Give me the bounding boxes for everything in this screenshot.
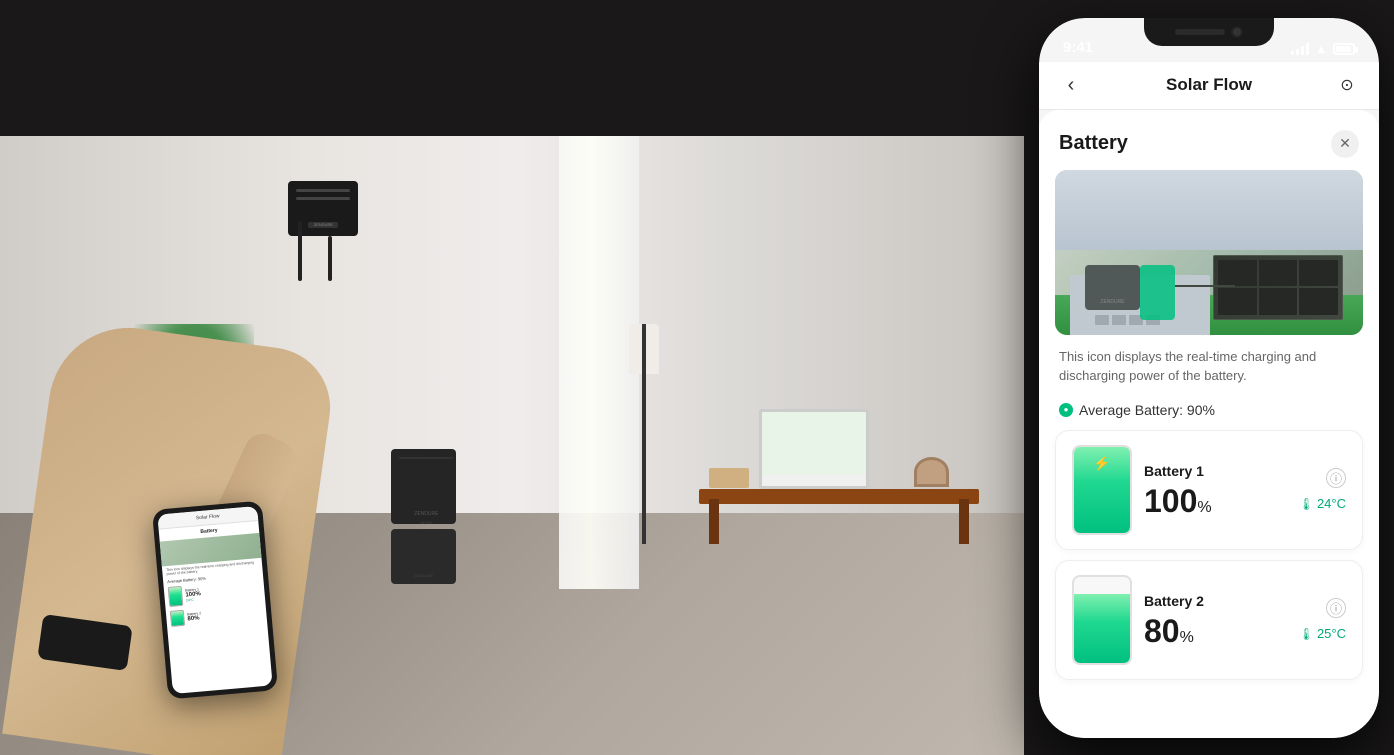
small-bat-icon-2 (170, 610, 185, 627)
info-icon-2: ⓘ (1330, 600, 1342, 617)
status-icons: ▲ (1291, 42, 1355, 56)
battery-percentage-2: 80% (1144, 615, 1287, 647)
battery-cards-list: ⚡ Battery 1 100% ⓘ (1039, 430, 1379, 700)
info-button-1[interactable]: ⓘ (1326, 468, 1346, 488)
avg-battery-label: Average Battery: 90% (1079, 402, 1215, 418)
battery-fill-2 (1074, 594, 1130, 663)
main-phone-wrapper: 9:41 ▲ (1024, 0, 1394, 755)
small-phone: Solar Flow Battery This icon displays th… (152, 501, 278, 700)
battery-right-1: ⓘ 🌡 24°C (1299, 468, 1346, 511)
small-bat-icon-1 (168, 586, 184, 607)
hub-device-image: ZENDURE (1085, 265, 1140, 310)
back-icon: ‹ (1068, 74, 1075, 97)
window-2 (1112, 315, 1126, 325)
background-scene: ZENDURE ZENDURE AP200 ZENDURE (0, 0, 1030, 755)
curtain (559, 136, 639, 589)
desk-legs-right (959, 499, 969, 544)
temp-value-1: 24°C (1317, 496, 1346, 511)
thermometer-icon-2: 🌡 (1299, 627, 1314, 641)
phone-screen: 9:41 ▲ (1039, 18, 1379, 738)
modal-header: Battery ✕ (1039, 110, 1379, 170)
phone-notch (1144, 18, 1274, 46)
modal-title: Battery (1059, 132, 1128, 155)
notch-speaker (1175, 29, 1225, 35)
desk-surface (699, 489, 979, 504)
wifi-icon: ▲ (1315, 42, 1327, 56)
battery-visual-1: ⚡ (1072, 445, 1132, 535)
signal-bar-4 (1306, 43, 1309, 55)
signal-bar-1 (1291, 51, 1294, 55)
product-description: This icon displays the real-time chargin… (1039, 347, 1379, 398)
battery-name-2: Battery 2 (1144, 593, 1287, 609)
battery-name-1: Battery 1 (1144, 463, 1287, 479)
settings-button[interactable]: ⊙ (1331, 69, 1363, 101)
signal-bar-3 (1301, 46, 1304, 55)
temp-value-2: 25°C (1317, 626, 1346, 641)
battery-right-2: ⓘ 🌡 25°C (1299, 598, 1346, 641)
monitor-screen (762, 412, 866, 475)
back-button[interactable]: ‹ (1055, 69, 1087, 101)
close-button[interactable]: ✕ (1331, 130, 1359, 158)
settings-icon: ⊙ (1340, 75, 1353, 95)
app-header: ‹ Solar Flow ⊙ (1039, 62, 1379, 110)
battery-card-1[interactable]: ⚡ Battery 1 100% ⓘ (1055, 430, 1363, 550)
lamp-pole (642, 324, 646, 544)
window-1 (1095, 315, 1109, 325)
signal-bars-icon (1291, 43, 1309, 55)
small-bat-info-2: Battery 2 80% (187, 606, 263, 622)
info-icon-1: ⓘ (1330, 470, 1342, 487)
connection-line (1175, 285, 1235, 287)
building-background (1055, 170, 1363, 250)
battery-fill (1336, 46, 1351, 52)
bat-pct-value-1: 100 (1144, 483, 1197, 519)
battery-dot-icon: ● (1064, 405, 1069, 414)
battery-visual-2 (1072, 575, 1132, 665)
battery-temp-1: 🌡 24°C (1299, 496, 1346, 511)
signal-bar-2 (1296, 49, 1299, 55)
hand-with-phone: Solar Flow Battery This icon displays th… (0, 155, 500, 755)
solar-panel (1213, 255, 1343, 320)
green-battery-image (1140, 265, 1175, 320)
bat-pct-value-2: 80 (1144, 613, 1180, 649)
small-phone-screen: Solar Flow Battery This icon displays th… (157, 506, 272, 694)
avg-battery-icon: ● (1059, 403, 1073, 417)
avg-battery-row: ● Average Battery: 90% (1039, 398, 1379, 430)
lightning-icon-1: ⚡ (1093, 455, 1110, 472)
battery-info-1: Battery 1 100% (1144, 463, 1287, 517)
battery-temp-2: 🌡 25°C (1299, 626, 1346, 641)
desk-legs-left (709, 499, 719, 544)
app-header-title: Solar Flow (1087, 75, 1331, 95)
floor-lamp (629, 324, 659, 544)
bat-pct-unit-2: % (1180, 629, 1194, 646)
close-icon: ✕ (1339, 135, 1351, 152)
notch-camera (1231, 26, 1243, 38)
battery-card-2[interactable]: Battery 2 80% ⓘ 🌡 25°C (1055, 560, 1363, 680)
battery-info-2: Battery 2 80% (1144, 593, 1287, 647)
battery-modal-panel[interactable]: Battery ✕ (1039, 110, 1379, 738)
info-button-2[interactable]: ⓘ (1326, 598, 1346, 618)
desk-area (699, 364, 979, 544)
thermometer-icon-1: 🌡 (1299, 497, 1314, 511)
main-phone: 9:41 ▲ (1039, 18, 1379, 738)
small-bat-info-1: Battery 1 100% 24°C (185, 582, 261, 602)
product-image: ZENDURE (1055, 170, 1363, 335)
small-header-title: Solar Flow (196, 513, 220, 521)
battery-status-icon (1333, 43, 1355, 55)
battery-percentage-1: 100% (1144, 485, 1287, 517)
monitor (759, 409, 869, 489)
top-bar (0, 0, 1030, 136)
bat-pct-unit-1: % (1197, 499, 1211, 516)
